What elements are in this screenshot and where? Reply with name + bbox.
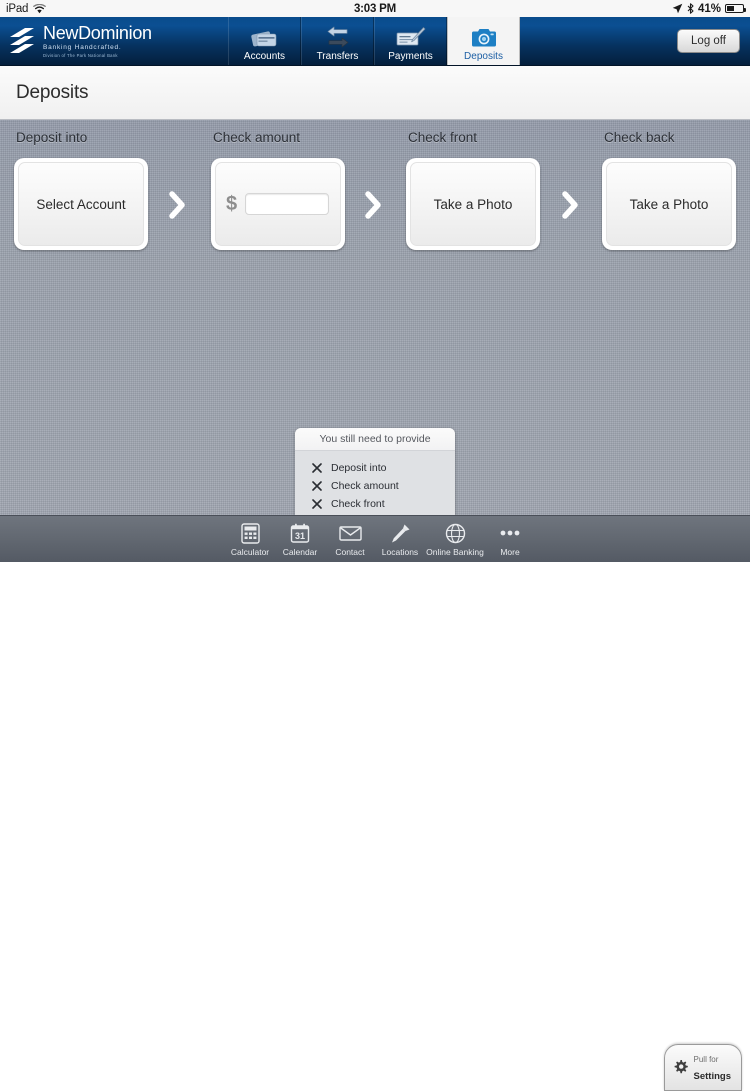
toolbar-item-calculator[interactable]: Calculator bbox=[225, 522, 275, 557]
pull-settings-bottom-label: Settings bbox=[693, 1070, 731, 1082]
toolbar-item-contact[interactable]: Contact bbox=[325, 522, 375, 557]
brand-logo: NewDominion Banking Handcrafted. Divisio… bbox=[0, 17, 228, 65]
needs-panel-header: You still need to provide bbox=[295, 428, 455, 451]
calculator-icon bbox=[240, 522, 260, 544]
brand-text-block: NewDominion Banking Handcrafted. Divisio… bbox=[43, 24, 152, 58]
check-pen-icon bbox=[396, 23, 426, 49]
check-amount-input[interactable] bbox=[245, 193, 330, 215]
deposit-content-area: Deposit into Select Account Check amount… bbox=[0, 120, 750, 515]
tab-deposits[interactable]: Deposits bbox=[447, 17, 520, 65]
x-mark-icon bbox=[312, 499, 322, 509]
toolbar-label-more: More bbox=[500, 547, 520, 557]
pull-settings-text: Pull for Settings bbox=[694, 1050, 731, 1084]
pull-settings-top-label: Pull for bbox=[693, 1055, 719, 1064]
step-check-front: Check front Take a Photo bbox=[406, 130, 540, 250]
x-mark-icon bbox=[312, 463, 322, 473]
toolbar-label-calculator: Calculator bbox=[230, 547, 270, 557]
logoff-container: Log off bbox=[677, 17, 750, 65]
step-label-check-front: Check front bbox=[408, 130, 478, 145]
tab-payments[interactable]: Payments bbox=[374, 17, 447, 65]
tab-payments-label: Payments bbox=[388, 51, 433, 62]
step-label-check-back: Check back bbox=[604, 130, 675, 145]
step-check-amount: Check amount $ bbox=[211, 130, 345, 250]
chevron-right-icon-3 bbox=[562, 191, 578, 219]
newdominion-logo-icon bbox=[10, 28, 34, 53]
calendar-icon: 31 bbox=[290, 522, 310, 544]
main-tabs: Accounts Transfers Payments Deposits bbox=[228, 17, 520, 65]
bottom-toolbar: Calculator 31 Calendar Contact Locations… bbox=[0, 515, 750, 1091]
step-deposit-into: Deposit into Select Account bbox=[14, 130, 148, 250]
dollar-sign-icon: $ bbox=[226, 192, 238, 215]
brand-subtitle: Division of The Park National Bank bbox=[43, 52, 118, 58]
needs-item-label: Deposit into bbox=[331, 462, 387, 474]
needs-item-deposit-into: Deposit into bbox=[295, 459, 455, 477]
app-screen: iPad 3:03 PM 41% NewDominion Banking Han… bbox=[0, 0, 750, 1091]
still-need-to-provide-panel: You still need to provide Deposit into C… bbox=[295, 428, 455, 515]
check-back-take-photo-button[interactable]: Take a Photo bbox=[606, 162, 732, 246]
chevron-right-icon-1 bbox=[169, 191, 185, 219]
gear-icon bbox=[674, 1060, 688, 1074]
check-back-card[interactable]: Take a Photo bbox=[602, 158, 736, 250]
x-mark-icon bbox=[312, 481, 322, 491]
toolbar-label-locations: Locations bbox=[381, 547, 419, 557]
tab-deposits-label: Deposits bbox=[464, 51, 503, 62]
needs-item-check-amount: Check amount bbox=[295, 477, 455, 495]
toolbar-label-online-banking: Online Banking bbox=[426, 547, 484, 557]
log-off-button[interactable]: Log off bbox=[677, 29, 740, 53]
tab-accounts[interactable]: Accounts bbox=[228, 17, 301, 65]
status-bar-time: 3:03 PM bbox=[353, 2, 397, 15]
deposit-steps: Deposit into Select Account Check amount… bbox=[0, 120, 750, 260]
ios-status-bar: iPad 3:03 PM 41% bbox=[0, 0, 750, 17]
ellipsis-icon bbox=[499, 522, 521, 544]
camera-icon bbox=[471, 23, 497, 49]
calendar-day: 31 bbox=[295, 531, 305, 541]
map-pin-icon bbox=[390, 522, 411, 544]
toolbar-item-more[interactable]: More bbox=[485, 522, 535, 557]
envelope-icon bbox=[338, 522, 362, 544]
check-amount-card: $ bbox=[211, 158, 345, 250]
tab-accounts-label: Accounts bbox=[243, 51, 286, 62]
needs-panel-list: Deposit into Check amount Check front bbox=[295, 451, 455, 515]
check-front-take-photo-button[interactable]: Take a Photo bbox=[410, 162, 536, 246]
check-front-card[interactable]: Take a Photo bbox=[406, 158, 540, 250]
needs-item-label: Check amount bbox=[331, 480, 399, 492]
globe-icon bbox=[445, 522, 466, 544]
page-title-bar: Deposits bbox=[0, 66, 750, 120]
check-amount-inner: $ bbox=[215, 162, 341, 246]
needs-item-check-front: Check front bbox=[295, 495, 455, 513]
step-check-back: Check back Take a Photo bbox=[602, 130, 736, 250]
chevron-right-icon-2 bbox=[365, 191, 381, 219]
top-navigation-bar: NewDominion Banking Handcrafted. Divisio… bbox=[0, 17, 750, 66]
toolbar-label-calendar: Calendar bbox=[282, 547, 318, 557]
toolbar-label-contact: Contact bbox=[335, 547, 365, 557]
step-label-check-amount: Check amount bbox=[213, 130, 301, 145]
cards-icon bbox=[250, 23, 279, 49]
transfer-arrows-icon bbox=[325, 23, 351, 49]
tab-transfers-label: Transfers bbox=[316, 51, 359, 62]
toolbar-item-calendar[interactable]: 31 Calendar bbox=[275, 522, 325, 557]
toolbar-item-online-banking[interactable]: Online Banking bbox=[425, 522, 485, 557]
needs-item-label: Check front bbox=[331, 498, 385, 510]
pull-for-settings-handle[interactable]: Pull for Settings bbox=[663, 1044, 742, 1091]
select-account-card[interactable]: Select Account bbox=[14, 158, 148, 250]
step-label-deposit-into: Deposit into bbox=[16, 130, 88, 145]
toolbar-items: Calculator 31 Calendar Contact Locations… bbox=[225, 516, 535, 563]
battery-icon bbox=[725, 4, 746, 13]
brand-name: NewDominion bbox=[43, 23, 152, 44]
brand-tagline: Banking Handcrafted. bbox=[43, 44, 122, 52]
tab-transfers[interactable]: Transfers bbox=[301, 17, 374, 65]
select-account-button[interactable]: Select Account bbox=[18, 162, 144, 246]
page-title: Deposits bbox=[16, 81, 89, 103]
toolbar-item-locations[interactable]: Locations bbox=[375, 522, 425, 557]
